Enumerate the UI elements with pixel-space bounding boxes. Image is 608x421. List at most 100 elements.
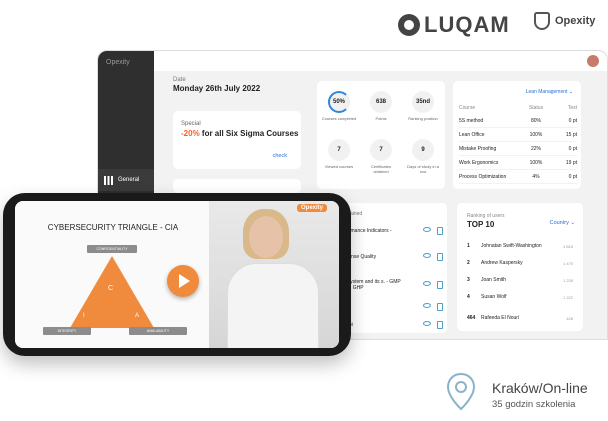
eye-icon[interactable] [423,281,431,286]
play-button[interactable] [167,265,199,297]
phone-mockup: CYBERSECURITY TRIANGLE - CIA CONFIDENTIA… [3,193,351,356]
cell-course: Process Optimization [459,173,507,180]
list-item[interactable]: P system and its s. - GMP and GHP [343,279,443,291]
document-icon[interactable] [437,321,443,329]
course-category-select[interactable]: Lean Management ⌄ [526,89,573,95]
ranking-row[interactable]: 2 Andrew Kaspersky 1 470 [467,258,573,268]
opexity-badge: Opexity [297,204,328,212]
letter-c: C [108,285,114,292]
sidebar-item-general[interactable]: General [98,169,154,191]
list-item[interactable]: rtobi [343,321,443,329]
user-name: Rafeeda El Nouri [481,315,520,321]
col-test: Test [567,105,577,111]
eye-icon[interactable] [423,227,431,232]
table-row[interactable]: Process Optimization 4% 0 pt [459,170,577,184]
score: 1 470 [562,260,573,266]
score: 428 [566,315,573,321]
list-item[interactable]: rformance Indicators - [343,227,443,235]
sidebar-logo: Opexity [106,59,130,66]
user-name: Andrew Kaspersky [481,260,523,266]
phone-screen: CYBERSECURITY TRIANGLE - CIA CONFIDENTIA… [15,201,339,348]
ranking-label: Ranking of users [467,213,505,219]
stats-card: 50% Courses completed 638 Points 35nd Ranki… [317,81,445,189]
stat-points: 638 Points [363,91,399,121]
stat-days-in-row: 9 Days of study in a row [405,139,441,174]
document-icon[interactable] [437,253,443,261]
cell-course: Work Ergonomics [459,159,499,166]
list-item[interactable]: sponse Quality [343,253,443,261]
score: 1 222 [562,294,573,300]
rank: 4 [467,294,470,300]
stat-value: 50% [328,91,350,113]
ranking-row[interactable]: 4 Susan Wolf 1 222 [467,292,573,302]
stat-ranking-position: 35nd Ranking position [405,91,441,121]
location-pin-icon [446,372,476,411]
item-label: P system and its s. - GMP and GHP [343,279,401,291]
rank: 3 [467,277,470,283]
list-item[interactable] [343,303,443,311]
eye-icon[interactable] [423,303,431,308]
user-name: Joan Smith [481,277,507,283]
special-offer-card: Special -20% for all Six Sigma Courses c… [173,111,301,169]
slide-title: CYBERSECURITY TRIANGLE - CIA [47,223,179,232]
confidentiality-box: CONFIDENTIALITY [87,245,137,253]
ranking-row-current-user[interactable]: 464 Rafeeda El Nouri 428 [467,313,573,323]
stat-value: 7 [328,139,350,161]
stat-value: 638 [370,91,392,113]
stat-label: Courses completed [321,116,357,121]
cell-test: 19 pt [565,159,577,166]
luqam-logo-icon [398,14,420,36]
document-icon[interactable] [437,281,443,289]
courses-panel: Lean Management ⌄ Course Status Test 5S me… [453,81,581,189]
integrity-box: INTEGRITY [43,327,91,335]
top-bar [154,51,607,71]
training-hours: 35 godzin szkolenia [492,399,576,410]
cell-course: 5S method [459,117,484,124]
secondary-card [173,179,301,193]
score: 1 235 [562,277,573,283]
table-row[interactable]: Mistake Proofing 22% 0 pt [459,142,577,156]
luqam-logo: LUQAM [398,12,510,38]
video-presenter: Opexity [209,201,339,348]
cell-course: Lean Office [459,131,485,138]
stat-label: Ranking position [408,116,438,121]
cell-status: 100% [529,159,543,166]
eye-icon[interactable] [423,253,431,258]
eye-icon[interactable] [423,321,431,326]
country-select[interactable]: Country ⌄ [550,220,575,226]
document-icon[interactable] [437,303,443,311]
document-icon[interactable] [437,227,443,235]
letter-a: A [135,313,140,319]
date-value: Monday 26th July 2022 [173,84,261,93]
date-label: Date [173,77,186,83]
cell-test: 0 pt [568,173,577,180]
ranking-row[interactable]: 3 Joan Smith 1 235 [467,275,573,285]
ranking-panel: Ranking of users TOP 10 Country ⌄ 1 Johna… [457,203,583,331]
rank: 2 [467,260,470,266]
cell-status: 100% [529,131,543,138]
check-link[interactable]: check [273,153,287,159]
cell-status: 80% [530,117,541,124]
stat-label: Certificates obtained [370,164,391,174]
cell-test: 15 pt [565,131,577,138]
ranking-row[interactable]: 1 Johnatan Swift-Washington 1 815 [467,241,573,251]
stat-viewed-courses: 7 Viewed courses [321,139,357,169]
col-course: Course [459,105,476,111]
presenter-face [249,216,283,258]
score: 1 815 [562,243,573,249]
country-select-value: Country [549,220,569,226]
stat-certificates: 7 Certificates obtained [363,139,399,174]
opexity-logo-text: Opexity [555,15,596,27]
presenter-body [227,263,319,348]
user-name: Susan Wolf [481,294,507,300]
offer-discount: -20% [181,129,200,138]
stat-value: 7 [370,139,392,161]
table-row[interactable]: Work Ergonomics 100% 19 pt [459,156,577,170]
table-row[interactable]: Lean Office 100% 15 pt [459,128,577,142]
special-offer-text: -20% for all Six Sigma Courses [181,129,298,138]
stat-courses-completed: 50% Courses completed [321,91,357,121]
table-row[interactable]: 5S method 80% 0 pt [459,114,577,128]
avatar[interactable] [587,55,599,67]
cell-test: 0 pt [568,117,577,124]
courses-table: Course Status Test 5S method 80% 0 pt Lean O… [459,105,577,184]
